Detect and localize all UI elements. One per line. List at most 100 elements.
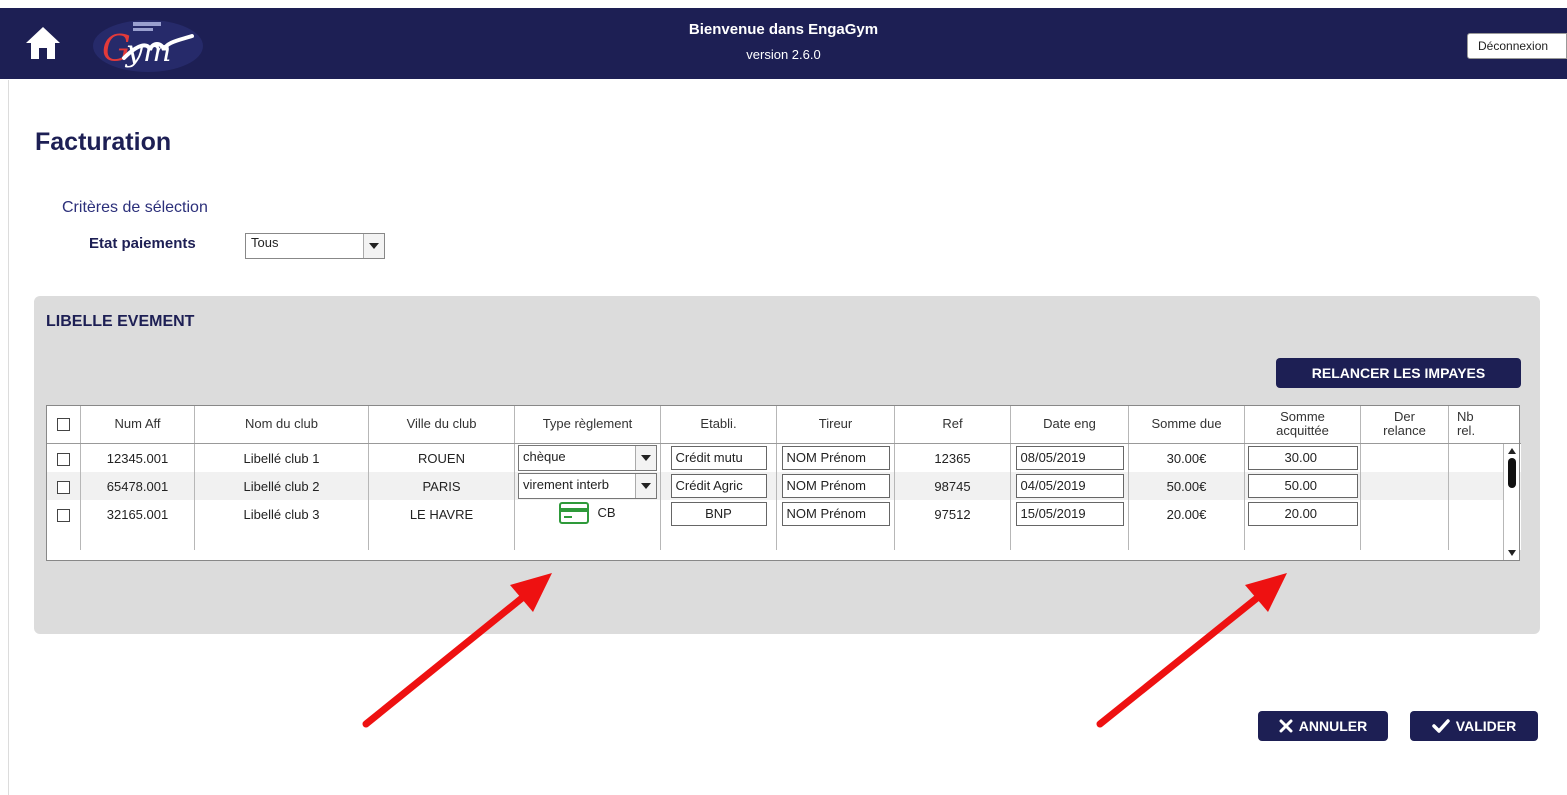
header-ref[interactable]: Ref [894, 405, 1011, 444]
cell-ref: 98745 [894, 472, 1011, 500]
cell-ville: LE HAVRE [368, 500, 515, 528]
chevron-down-icon[interactable] [635, 446, 656, 470]
somme-acquittee-input[interactable]: 20.00 [1247, 502, 1358, 526]
table-row[interactable]: 12345.001 Libellé club 1 ROUEN chèque Cr… [46, 443, 1521, 472]
etabli-input[interactable]: BNP [670, 502, 767, 526]
scroll-thumb[interactable] [1508, 458, 1516, 488]
payment-type-label: CB [597, 505, 616, 520]
empty-cell [660, 528, 777, 550]
chevron-down-icon[interactable] [635, 474, 656, 498]
type-reglement-select[interactable]: chèque [518, 445, 657, 471]
empty-cell [1010, 528, 1129, 550]
criteria-title: Critères de sélection [62, 199, 208, 216]
somme-acquittee-input[interactable]: 30.00 [1247, 446, 1358, 470]
cell-etabli: Crédit Agric [660, 472, 777, 500]
row-checkbox[interactable] [57, 508, 70, 522]
event-panel: LIBELLE EVEMENT RELANCER LES IMPAYES Num… [34, 296, 1540, 634]
type-reglement-select[interactable]: virement interb [518, 473, 657, 499]
cell-tireur: NOM Prénom [776, 472, 895, 500]
cell-num-aff: 65478.001 [80, 472, 195, 500]
etabli-input[interactable]: Crédit Agric [670, 474, 767, 498]
select-all-cell [46, 405, 81, 444]
etat-paiements-select[interactable]: Tous [245, 233, 385, 259]
row-checkbox[interactable] [57, 452, 70, 466]
somme-acquittee-input[interactable]: 50.00 [1247, 474, 1358, 498]
table-header-row: Num Aff Nom du club Ville du club Type r… [46, 405, 1521, 444]
cell-der-relance [1360, 443, 1449, 472]
empty-cell [894, 528, 1011, 550]
cell-ville: ROUEN [368, 443, 515, 472]
header-der-relance[interactable]: Der relance [1360, 405, 1449, 444]
cell-type-reglement: CB [514, 500, 661, 528]
date-eng-input[interactable]: 04/05/2019 [1015, 474, 1124, 498]
header-somme-acquittee[interactable]: Somme acquittée [1244, 405, 1361, 444]
cell-etabli: BNP [660, 500, 777, 528]
scroll-down-icon[interactable] [1508, 550, 1516, 556]
logout-button[interactable]: Déconnexion [1467, 33, 1567, 59]
type-reglement-value: chèque [523, 449, 566, 464]
chevron-down-icon[interactable] [363, 234, 384, 258]
cell-nom-club: Libellé club 2 [194, 472, 369, 500]
header-nb-rel-line2: rel. [1457, 423, 1476, 438]
cell-num-aff: 12345.001 [80, 443, 195, 472]
table-row[interactable]: 32165.001 Libellé club 3 LE HAVRE CB BNP… [46, 500, 1521, 528]
header-num-aff[interactable]: Num Aff [80, 405, 195, 444]
table-scrollbar[interactable] [1503, 444, 1520, 560]
cell-ref: 12365 [894, 443, 1011, 472]
cell-nom-club: Libellé club 3 [194, 500, 369, 528]
etat-paiements-label: Etat paiements [89, 235, 196, 252]
row-checkbox[interactable] [57, 480, 70, 494]
header-nom-club[interactable]: Nom du club [194, 405, 369, 444]
cell-somme-acquittee: 30.00 [1244, 443, 1361, 472]
app-title: Bienvenue dans EngaGym [688, 21, 879, 38]
empty-cell [1244, 528, 1361, 550]
empty-cell [80, 528, 195, 550]
etabli-input[interactable]: Crédit mutu [670, 446, 767, 470]
header-der-relance-line1: Der [1394, 409, 1415, 424]
payment-type-cb: CB [559, 501, 616, 524]
type-reglement-value: virement interb [523, 477, 609, 492]
empty-cell [368, 528, 515, 550]
empty-cell [194, 528, 369, 550]
empty-cell [1128, 528, 1245, 550]
page-title: Facturation [35, 128, 172, 156]
relancer-impayes-button[interactable]: RELANCER LES IMPAYES [1276, 358, 1521, 388]
header-date-eng[interactable]: Date eng [1010, 405, 1129, 444]
header-tireur[interactable]: Tireur [776, 405, 895, 444]
cell-date-eng: 08/05/2019 [1010, 443, 1129, 472]
empty-cell [46, 528, 81, 550]
date-eng-input[interactable]: 15/05/2019 [1015, 502, 1124, 526]
header-type-reglement[interactable]: Type règlement [514, 405, 661, 444]
tireur-input[interactable]: NOM Prénom [781, 502, 890, 526]
app-header: G ym Bienvenue dans EngaGym version 2.6.… [0, 8, 1567, 79]
cell-ville: PARIS [368, 472, 515, 500]
header-somme-acquittee-line2: acquittée [1276, 423, 1329, 438]
annuler-button[interactable]: ANNULER [1258, 711, 1388, 741]
valider-label: VALIDER [1455, 718, 1517, 734]
check-icon [1432, 719, 1450, 733]
cell-date-eng: 15/05/2019 [1010, 500, 1129, 528]
header-nb-rel[interactable]: Nb rel. [1448, 405, 1521, 444]
header-somme-due[interactable]: Somme due [1128, 405, 1245, 444]
row-checkbox-cell [46, 472, 81, 500]
page-left-border [8, 80, 9, 795]
date-eng-input[interactable]: 08/05/2019 [1015, 446, 1124, 470]
header-etabli[interactable]: Etabli. [660, 405, 777, 444]
header-der-relance-line2: relance [1383, 423, 1426, 438]
header-ville-club[interactable]: Ville du club [368, 405, 515, 444]
scroll-up-icon[interactable] [1508, 448, 1516, 454]
credit-card-icon [559, 501, 590, 524]
tireur-input[interactable]: NOM Prénom [781, 446, 890, 470]
cell-tireur: NOM Prénom [776, 500, 895, 528]
tireur-input[interactable]: NOM Prénom [781, 474, 890, 498]
table-row[interactable]: 65478.001 Libellé club 2 PARIS virement … [46, 472, 1521, 500]
select-all-checkbox[interactable] [57, 418, 70, 432]
billing-table: Num Aff Nom du club Ville du club Type r… [46, 405, 1521, 561]
cell-somme-due: 50.00€ [1128, 472, 1245, 500]
header-nb-rel-line1: Nb [1457, 409, 1474, 424]
cell-somme-due: 20.00€ [1128, 500, 1245, 528]
app-version: version 2.6.0 [746, 47, 821, 62]
annuler-label: ANNULER [1298, 718, 1368, 734]
close-icon [1279, 719, 1293, 733]
valider-button[interactable]: VALIDER [1410, 711, 1538, 741]
